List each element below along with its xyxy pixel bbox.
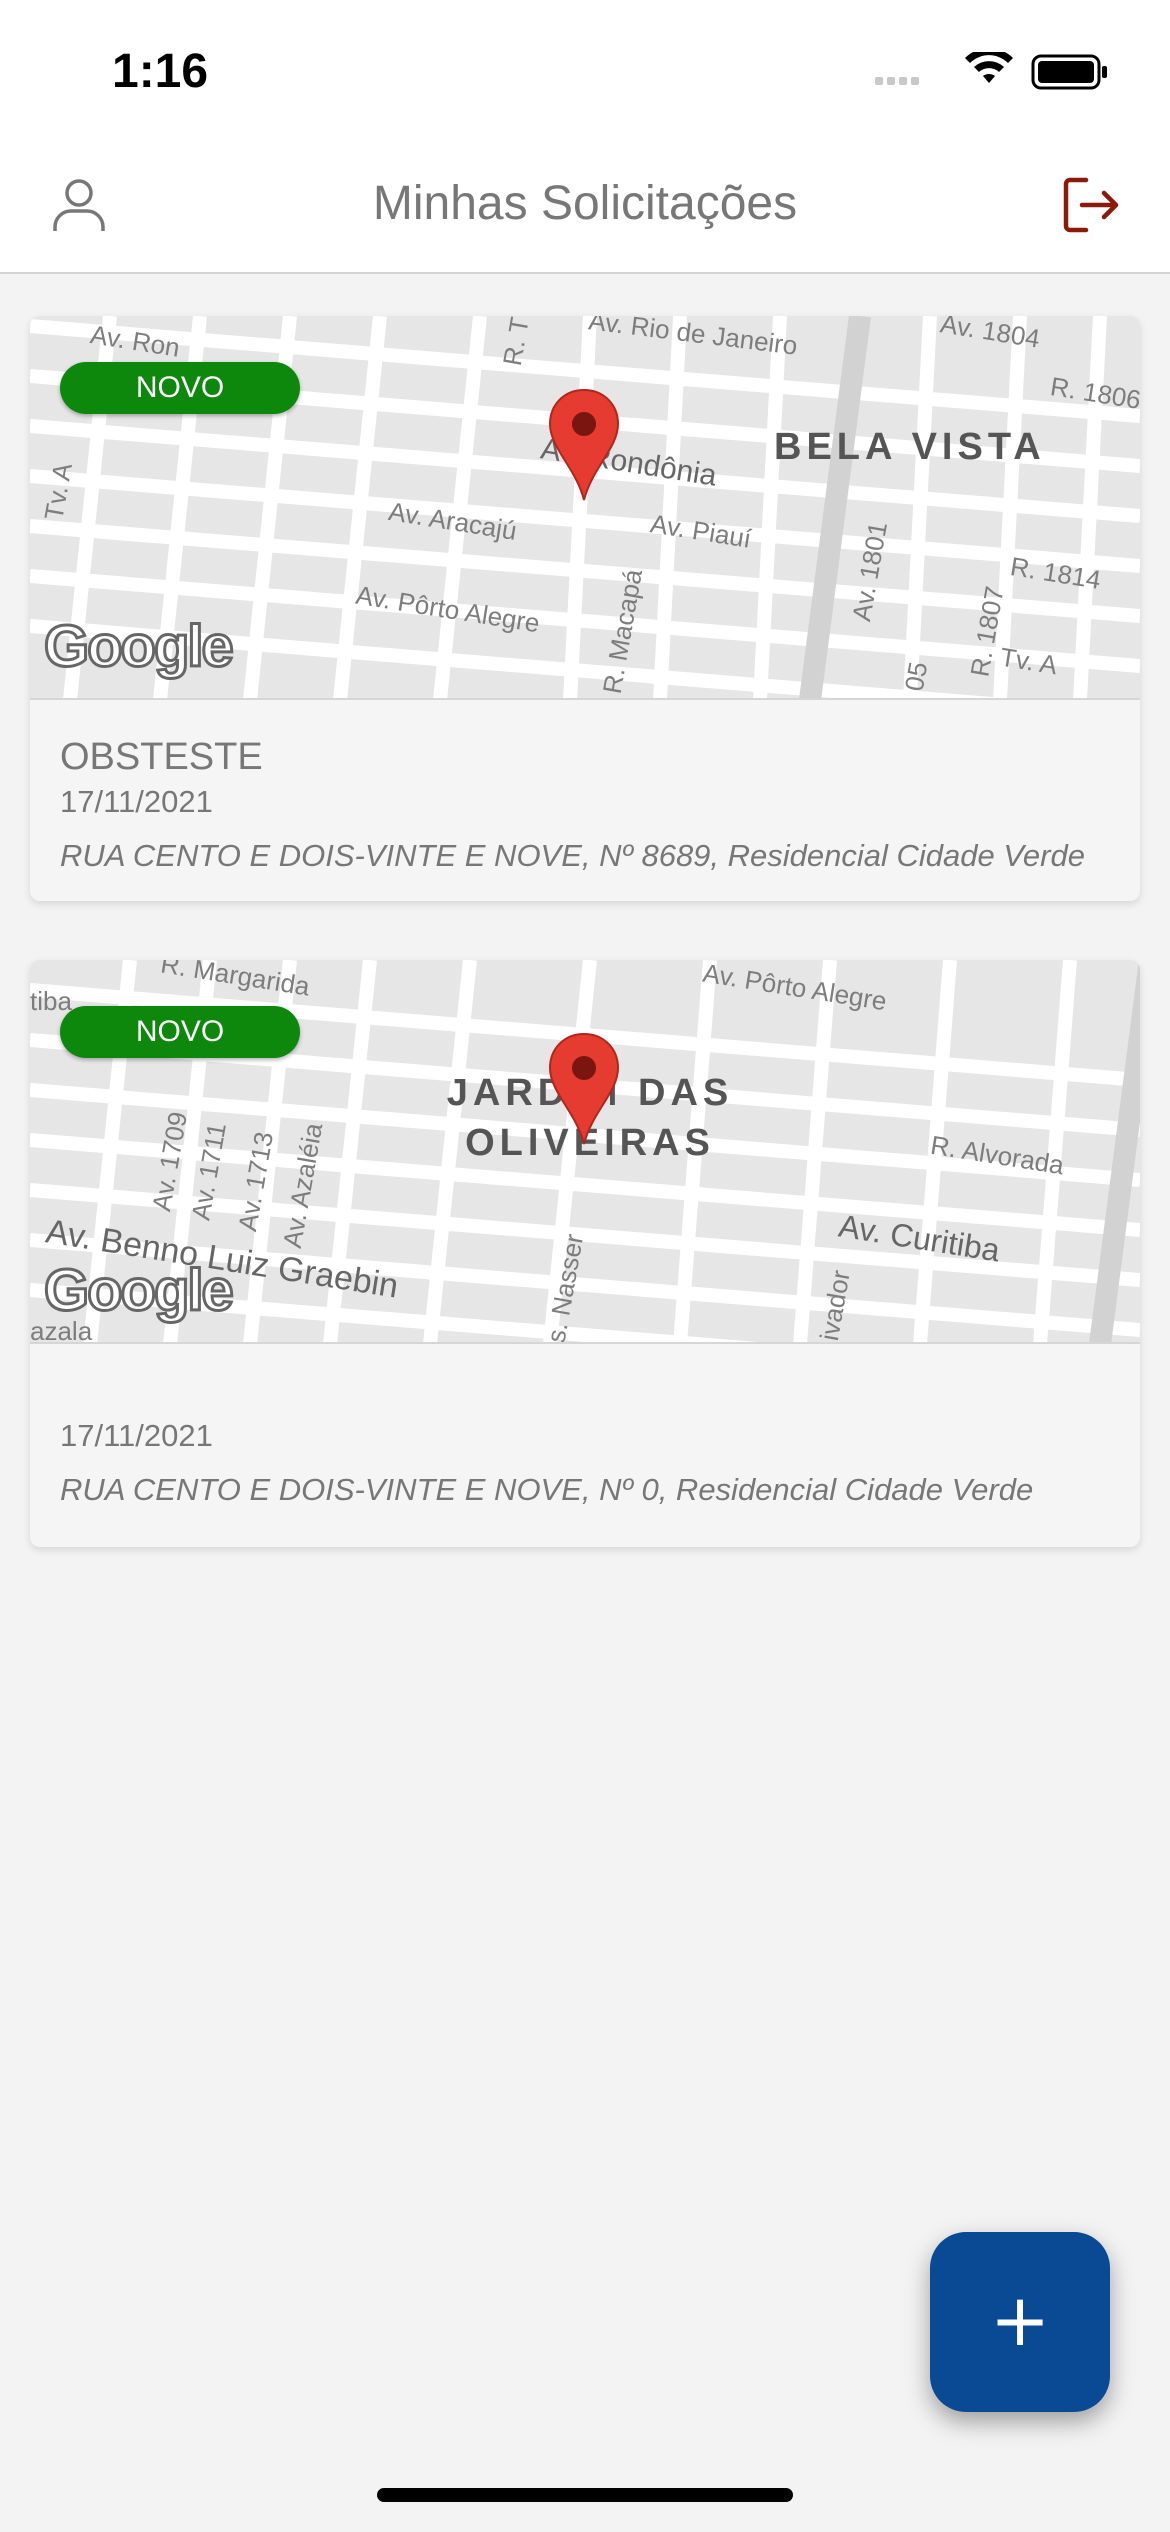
status-bar: 1:16 [0,0,1170,150]
map-pin-icon [548,388,620,501]
google-logo: Google [43,1257,236,1325]
page-title: Minhas Solicitações [372,177,798,230]
home-indicator[interactable] [377,2488,793,2502]
map-pin-icon [548,1032,620,1145]
request-title: OBSTESTE [60,736,263,778]
request-address: RUA CENTO E DOIS-VINTE E NOVE, Nº 8689, … [60,838,1085,873]
map-preview: R. Margarida Av. Pôrto Alegre Av. 1709 A… [30,960,1140,1344]
request-date: 17/11/2021 [60,1418,213,1453]
request-card[interactable]: Av. Rio de Janeiro Av. Rondônia Av. Arac… [30,316,1140,901]
status-badge: NOVO [60,362,300,414]
status-icons [875,52,1107,90]
request-card[interactable]: R. Margarida Av. Pôrto Alegre Av. 1709 A… [30,960,1140,1547]
map-area-label: BELA VISTA [774,426,1046,468]
wifi-icon [965,52,1013,83]
google-logo: Google [43,613,236,681]
status-badge: NOVO [60,1006,300,1058]
logout-icon[interactable] [1060,174,1122,236]
map-street-label: tiba [30,986,72,1016]
app-header: Minhas Solicitações [0,150,1170,274]
cellular-signal-icon [875,77,919,85]
map-preview: Av. Rio de Janeiro Av. Rondônia Av. Arac… [30,316,1140,700]
map-street-label: 05 [898,659,934,694]
request-date: 17/11/2021 [60,784,213,819]
request-address: RUA CENTO E DOIS-VINTE E NOVE, Nº 0, Res… [60,1472,1034,1507]
battery-icon [1031,54,1107,90]
add-request-button[interactable]: + [930,2232,1110,2412]
status-time: 1:16 [112,45,209,98]
